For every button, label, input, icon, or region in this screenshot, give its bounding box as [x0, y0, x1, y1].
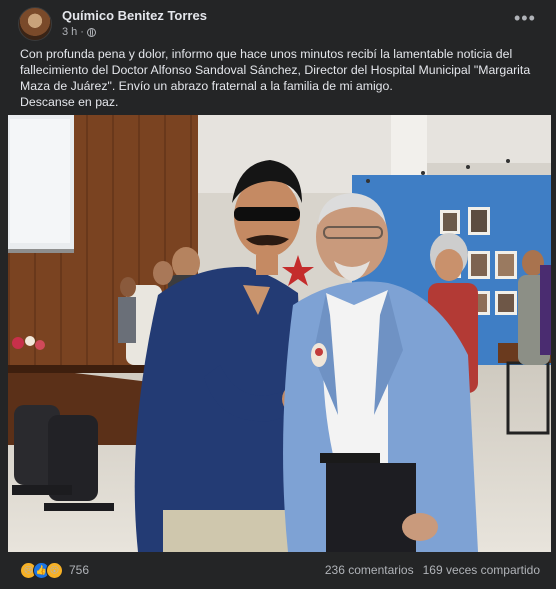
author-avatar[interactable] — [18, 7, 52, 41]
post-meta: Químico Benitez Torres 3 h · — [62, 8, 207, 40]
separator-dot: · — [80, 26, 84, 38]
post-text-line: Con profunda pena y dolor, informo que h… — [20, 47, 513, 61]
post-card: Químico Benitez Torres 3 h · ••• Con pro… — [0, 0, 556, 589]
more-dots-icon[interactable]: ••• — [514, 9, 535, 28]
post-text-line: Descanse en paz. — [20, 95, 119, 109]
comments-count[interactable]: 236 comentarios — [325, 563, 414, 577]
post-subline: 3 h · — [62, 24, 207, 40]
photo-illustration — [8, 115, 551, 552]
post-footer: 😢 👍 😮 756 236 comentarios 169 veces comp… — [20, 558, 540, 582]
post-header: Químico Benitez Torres 3 h · — [18, 6, 207, 42]
post-stats: 236 comentarios 169 veces compartido — [325, 563, 540, 577]
globe-icon[interactable] — [86, 27, 96, 37]
wow-reaction-icon: 😮 — [46, 561, 63, 579]
reaction-icons[interactable]: 😢 👍 😮 — [20, 561, 63, 579]
reaction-count[interactable]: 756 — [69, 563, 89, 577]
shares-count[interactable]: 169 veces compartido — [423, 563, 540, 577]
post-text-line: Maza de Juárez". Envío un abrazo fratern… — [20, 79, 393, 93]
post-time[interactable]: 3 h — [62, 24, 77, 40]
post-text-line: fallecimiento del Doctor Alfonso Sandova… — [20, 63, 531, 77]
author-name[interactable]: Químico Benitez Torres — [62, 8, 207, 24]
post-photo[interactable] — [8, 115, 551, 552]
post-text: Con profunda pena y dolor, informo que h… — [20, 46, 540, 110]
